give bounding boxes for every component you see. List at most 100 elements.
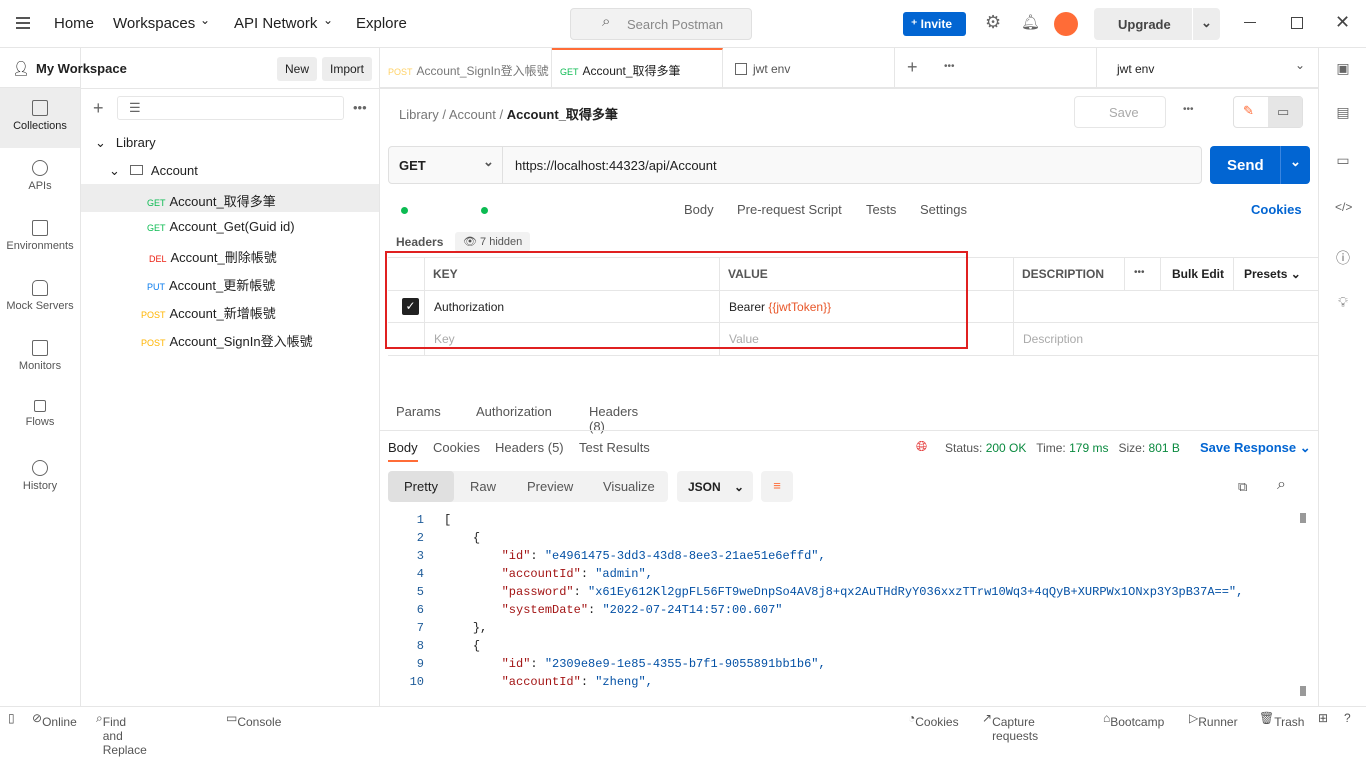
status-label: Status:: [945, 441, 983, 455]
scrollbar-up[interactable]: [1300, 513, 1306, 523]
maximize-icon[interactable]: [1291, 17, 1303, 29]
cookies-button[interactable]: ◔ Cookies: [908, 711, 959, 729]
tree-request[interactable]: POST Account_新增帳號: [81, 296, 379, 324]
notifications-bell-icon[interactable]: 🔔︎: [1021, 13, 1040, 31]
response-tab-body[interactable]: Body: [388, 440, 418, 462]
user-plus-icon: ⁺: [911, 17, 921, 31]
tab-signin[interactable]: POST Account_SignIn登入帳號: [380, 48, 552, 88]
add-icon[interactable]: +: [93, 98, 104, 119]
tab-params[interactable]: Params: [396, 202, 441, 419]
chevron-down-icon[interactable]: ⌄: [1280, 146, 1310, 184]
help-icon[interactable]: ?: [1344, 711, 1351, 725]
view-toggle[interactable]: ✎ ▭: [1233, 96, 1303, 128]
size-value[interactable]: 801 B: [1149, 441, 1180, 455]
url-input[interactable]: https://localhost:44323/api/Account: [515, 158, 717, 173]
send-button[interactable]: Send ⌄: [1210, 146, 1310, 184]
nav-explore[interactable]: Explore: [356, 15, 407, 32]
comments-icon[interactable]: ▭: [1268, 97, 1302, 127]
nav-home[interactable]: Home: [54, 15, 94, 32]
copy-icon[interactable]: ⧉: [1238, 479, 1247, 495]
tree-request[interactable]: PUT Account_更新帳號: [81, 268, 379, 296]
minimize-icon[interactable]: [1244, 22, 1256, 23]
sidebar-toggle-icon[interactable]: ▯: [8, 711, 15, 725]
find-replace-button[interactable]: ⌕ Find and Replace: [96, 711, 147, 757]
info-icon[interactable]: ⓘ: [1335, 248, 1351, 266]
trash-button[interactable]: 🗑︎ Trash: [1259, 711, 1304, 729]
upgrade-button[interactable]: Upgrade ⌄: [1094, 8, 1220, 40]
new-description-input[interactable]: Description: [1023, 332, 1083, 346]
response-tab-headers[interactable]: Headers (5): [495, 440, 564, 455]
filter-input[interactable]: [117, 96, 344, 120]
tab-settings[interactable]: Settings: [920, 202, 967, 217]
tree-collection-library[interactable]: ⌄ Library: [81, 128, 379, 156]
new-tab-icon[interactable]: +: [907, 57, 918, 78]
bootcamp-button[interactable]: ⌂ Bootcamp: [1103, 711, 1164, 729]
rail-mock-servers[interactable]: Mock Servers: [0, 268, 80, 328]
console-button[interactable]: ▭ Console: [226, 711, 281, 729]
tree-request[interactable]: POST Account_SignIn登入帳號: [81, 324, 379, 352]
edit-icon[interactable]: ✎: [1243, 103, 1254, 119]
breadcrumb-folder[interactable]: Account: [449, 107, 496, 122]
settings-icon[interactable]: ⚙: [985, 12, 1001, 33]
cookies-link[interactable]: Cookies: [1251, 202, 1302, 217]
runner-button[interactable]: ▷ Runner: [1189, 711, 1238, 729]
tab-get-many[interactable]: GET Account_取得多筆: [552, 48, 723, 88]
bulk-edit-button[interactable]: Bulk Edit: [1172, 267, 1224, 281]
code-icon[interactable]: </>: [1335, 200, 1352, 216]
more-icon[interactable]: •••: [1183, 104, 1194, 115]
lightbulb-icon[interactable]: 💡︎: [1335, 294, 1351, 310]
view-raw[interactable]: Raw: [470, 479, 496, 494]
rail-apis[interactable]: APIs: [0, 148, 80, 208]
rail-monitors[interactable]: Monitors: [0, 328, 80, 388]
more-icon[interactable]: •••: [1134, 267, 1145, 278]
response-tab-cookies[interactable]: Cookies: [433, 440, 480, 455]
view-pretty[interactable]: Pretty: [388, 471, 454, 502]
documentation-icon[interactable]: ▤: [1335, 104, 1351, 120]
rail-flows[interactable]: Flows: [0, 388, 80, 448]
search-input[interactable]: Search Postman: [570, 8, 752, 40]
more-icon[interactable]: •••: [353, 100, 367, 115]
rail-collections[interactable]: Collections: [0, 88, 80, 148]
rail-history[interactable]: History: [0, 448, 80, 508]
save-button[interactable]: Save: [1074, 96, 1166, 128]
format-select[interactable]: JSON ⌄: [677, 471, 753, 502]
avatar[interactable]: [1054, 12, 1078, 36]
more-tabs-icon[interactable]: •••: [944, 61, 955, 72]
view-preview[interactable]: Preview: [527, 479, 573, 494]
tree-request[interactable]: DEL Account_刪除帳號: [81, 240, 379, 268]
tab-pre-request-script[interactable]: Pre-request Script: [737, 202, 842, 217]
online-status[interactable]: ⊘ Online: [32, 711, 77, 729]
close-icon[interactable]: ✕: [1335, 12, 1350, 33]
nav-api-network[interactable]: API Network: [234, 15, 317, 32]
search-icon[interactable]: ⌕: [1277, 476, 1286, 494]
globe-icon: 🌐︎: [916, 438, 928, 454]
environment-quick-look-icon[interactable]: ▣: [1335, 60, 1351, 76]
tab-body[interactable]: Body: [684, 202, 714, 217]
breadcrumb-collection[interactable]: Library: [399, 107, 439, 122]
tab-jwt-env[interactable]: jwt env: [723, 48, 895, 88]
tree-folder-account[interactable]: ⌄ Account: [81, 156, 379, 184]
menu-icon[interactable]: [16, 17, 30, 29]
environment-selector[interactable]: jwt env ⌄: [1096, 48, 1318, 88]
tab-tests[interactable]: Tests: [866, 202, 896, 217]
hidden-headers-toggle[interactable]: 👁︎ 7 hidden: [455, 232, 531, 252]
scrollbar-down[interactable]: [1300, 686, 1306, 696]
save-response-button[interactable]: Save Response ⌄: [1200, 440, 1311, 456]
status-value[interactable]: 200 OK: [986, 441, 1027, 455]
comments-icon[interactable]: ▭: [1335, 152, 1351, 168]
response-tab-test-results[interactable]: Test Results: [579, 440, 650, 455]
invite-button[interactable]: ⁺ Invite: [903, 12, 966, 36]
chevron-down-icon[interactable]: ⌄: [1192, 8, 1220, 40]
wrap-lines-icon[interactable]: ≡: [761, 471, 793, 502]
tree-request[interactable]: GET Account_Get(Guid id): [81, 212, 379, 240]
method-select[interactable]: GET ⌄: [389, 147, 503, 183]
capture-requests-button[interactable]: ↗ Capture requests: [982, 711, 1038, 743]
nav-workspaces[interactable]: Workspaces: [113, 15, 195, 32]
rail-environments[interactable]: Environments: [0, 208, 80, 268]
tree-request[interactable]: GET Account_取得多筆: [81, 184, 379, 212]
layout-icon[interactable]: ⊞: [1318, 711, 1328, 725]
tab-authorization[interactable]: Authorization: [476, 202, 552, 419]
view-visualize[interactable]: Visualize: [603, 479, 655, 494]
time-value[interactable]: 179 ms: [1069, 441, 1108, 455]
presets-button[interactable]: Presets ⌄: [1244, 267, 1301, 281]
